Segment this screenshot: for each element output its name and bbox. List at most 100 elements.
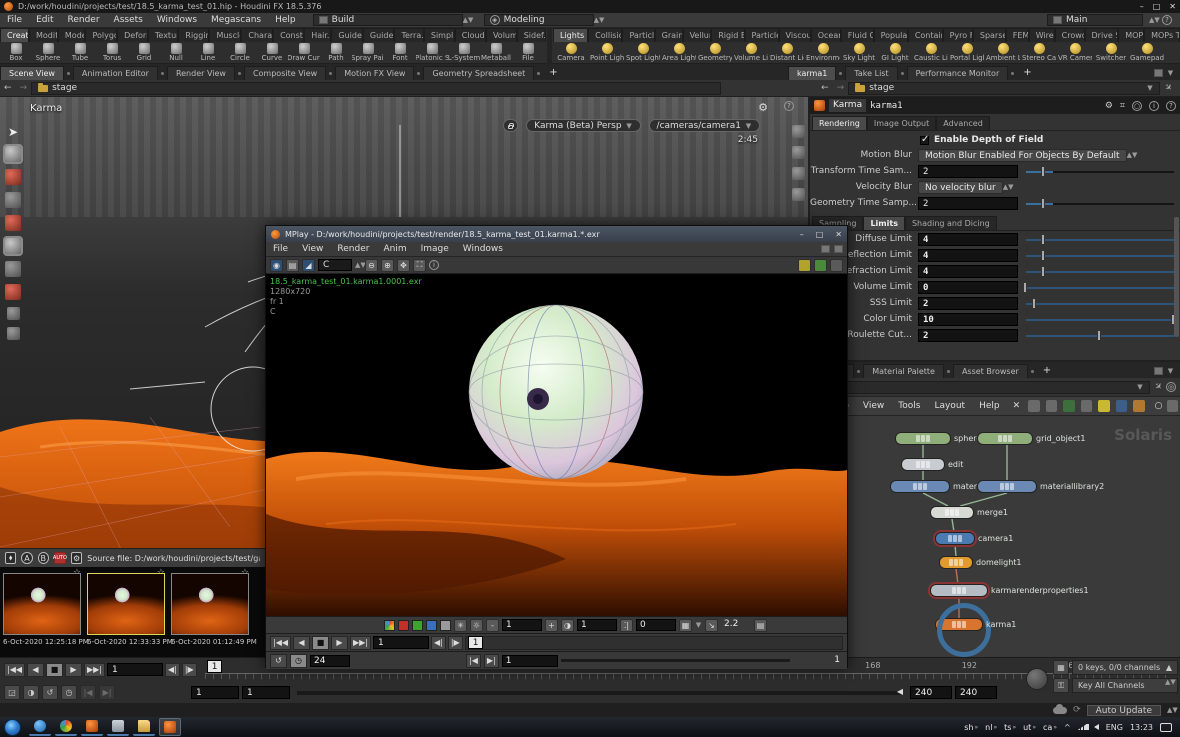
lut-icon[interactable]: ▦ (679, 619, 692, 632)
param-value-field[interactable]: 4 (918, 265, 1018, 278)
auto-key-icon[interactable]: ⚿ (1053, 678, 1069, 693)
menu-item[interactable]: Anim (376, 244, 413, 254)
graph-node[interactable]: camera1 (935, 532, 975, 545)
alpha-channel-icon[interactable] (440, 620, 451, 631)
flip-view-icon[interactable]: ◢ (302, 259, 315, 272)
scale-tool-icon[interactable] (5, 215, 21, 231)
menu-item[interactable]: Layout (927, 401, 972, 411)
slider-handle[interactable] (1041, 266, 1045, 277)
taskbar-houdini-icon[interactable] (81, 718, 103, 736)
pin-icon[interactable]: ✈ (1152, 381, 1164, 393)
param-slider[interactable] (1026, 233, 1174, 246)
back-arrow-icon[interactable]: ← (817, 83, 833, 93)
jump-end-button[interactable]: ▶▶| (350, 636, 371, 650)
range-slider[interactable]: ◀ (297, 691, 903, 695)
taskbar-browser-icon[interactable] (29, 718, 51, 736)
scope-channels-icon[interactable]: ▦ (1053, 660, 1069, 675)
main-desktop-spinner[interactable]: ▲▼ (1149, 17, 1156, 23)
menu-spinner-icon[interactable]: ▲▼ (1127, 152, 1134, 158)
tab-close-dot[interactable] (329, 72, 332, 75)
mplay-frame-field[interactable]: 1 (373, 636, 429, 649)
snapshot-a-button[interactable]: A (21, 552, 32, 564)
offset-field[interactable]: 0 (636, 619, 676, 631)
range-end-field[interactable]: 240 (910, 686, 952, 699)
fullscreen-icon[interactable] (1167, 400, 1179, 412)
path-dropdown-icon[interactable]: ▼ (1146, 85, 1153, 91)
shelf-tab[interactable]: Collisions (588, 28, 622, 42)
menu-item[interactable]: Help (972, 401, 1007, 411)
target-icon[interactable]: ◎ (1166, 382, 1176, 392)
global-end-field[interactable]: 240 (955, 686, 997, 699)
add-pane-tab-button[interactable]: + (1037, 365, 1057, 378)
tab-close-dot[interactable] (839, 72, 842, 75)
shelf-tab[interactable]: Texture (148, 28, 179, 42)
param-slider[interactable] (1026, 297, 1174, 310)
jump-start-button[interactable]: |◀◀ (270, 636, 291, 650)
snapshot-net-icon[interactable] (1116, 400, 1128, 412)
brightness-plus-button[interactable]: + (545, 619, 558, 632)
shelf-tool[interactable]: Path (320, 42, 352, 64)
tab-close-dot[interactable] (947, 370, 950, 373)
shelf-tab[interactable]: Terra... (394, 28, 423, 42)
shelf-tool[interactable]: Line (192, 42, 224, 64)
stop-button[interactable]: ■ (312, 636, 329, 650)
wireframe-icon[interactable] (792, 188, 805, 201)
shelf-tool[interactable]: Curve (256, 42, 288, 64)
shelf-tab[interactable]: Fluid C... (841, 28, 874, 42)
mplay-close-icon[interactable]: ✕ (835, 230, 842, 239)
key-mode-select[interactable]: Key All Channels▲▼ (1072, 678, 1178, 693)
shelf-tab[interactable]: Particles (622, 28, 654, 42)
exposure-icon[interactable]: ✳ (454, 619, 467, 632)
menu-item[interactable]: View (856, 401, 891, 411)
path-dropdown-icon[interactable]: ▼ (1136, 384, 1143, 390)
grid-view-icon[interactable] (1081, 400, 1093, 412)
shelf-tab[interactable]: Hair... (304, 28, 331, 42)
param-slider[interactable] (1026, 313, 1174, 326)
fps-field[interactable]: 24 (310, 655, 350, 667)
dof-checkbox[interactable] (920, 136, 929, 145)
tray-toolbar-item[interactable]: ts» (1004, 723, 1016, 732)
pane-tab[interactable]: Material Palette (863, 364, 944, 378)
range-left-icon[interactable]: |◀ (80, 685, 96, 700)
channel-spinner-icon[interactable]: ▲▼ (355, 262, 362, 268)
update-spinner-icon[interactable]: ▲▼ (1167, 707, 1174, 713)
tab-close-dot[interactable] (537, 72, 540, 75)
shelf-tool[interactable]: Portal Light (949, 42, 985, 64)
fps-clock-icon[interactable]: ◷ (61, 685, 77, 700)
shelf-tab[interactable]: Pyro FX (943, 28, 973, 42)
shelf-tool[interactable]: Null (160, 42, 192, 64)
maximize-icon[interactable]: □ (1153, 2, 1161, 11)
shelf-tool[interactable]: Environment Light (805, 42, 841, 64)
burger-menu-icon[interactable] (1133, 400, 1145, 412)
slider-handle[interactable] (1041, 166, 1045, 177)
mplay-maximize-icon[interactable]: □ (816, 230, 824, 239)
taskbar-app-icon[interactable] (107, 718, 129, 736)
menu-item[interactable]: Windows (150, 15, 204, 25)
shelf-tab[interactable]: MOPs (1118, 28, 1144, 42)
menu-item[interactable]: Render (61, 15, 107, 25)
shelfset-select[interactable]: ◈ Modeling (484, 14, 594, 26)
param-value-field[interactable]: 4 (918, 249, 1018, 262)
layout-quad-icon[interactable] (792, 146, 805, 159)
offset-icon[interactable]: ⁚| (620, 619, 633, 632)
shelf-tool[interactable]: Circle (224, 42, 256, 64)
shelf-tool[interactable]: Camera (553, 42, 589, 64)
tray-toolbar-item[interactable]: ut» (1023, 723, 1036, 732)
shelf-tool[interactable]: Font (384, 42, 416, 64)
param-value-field[interactable]: 2 (918, 329, 1018, 342)
shelf-tab[interactable]: Crowds (1055, 28, 1085, 42)
tab-close-dot[interactable] (417, 72, 420, 75)
contrast-field[interactable]: 1 (577, 619, 617, 631)
wrench-icon[interactable]: ✕ (1013, 401, 1021, 411)
gallery-thumbnail[interactable]: ☆ 6-Oct-2020 12:25:18 PM (3, 573, 83, 657)
help-icon[interactable]: ? (1166, 101, 1176, 111)
gamma-value[interactable]: 2.2 (721, 619, 751, 631)
param-slider[interactable] (1026, 249, 1174, 262)
play-reverse-button[interactable]: ◀ (27, 663, 44, 677)
minimize-icon[interactable]: – (1140, 2, 1144, 11)
current-frame-field[interactable]: 1 (107, 663, 163, 676)
pane-tab[interactable]: Render View (167, 66, 235, 80)
shelf-tab[interactable]: Guide... (363, 28, 395, 42)
shelf-tab[interactable]: Populat... (874, 28, 908, 42)
param-tab[interactable]: Advanced (936, 116, 990, 130)
